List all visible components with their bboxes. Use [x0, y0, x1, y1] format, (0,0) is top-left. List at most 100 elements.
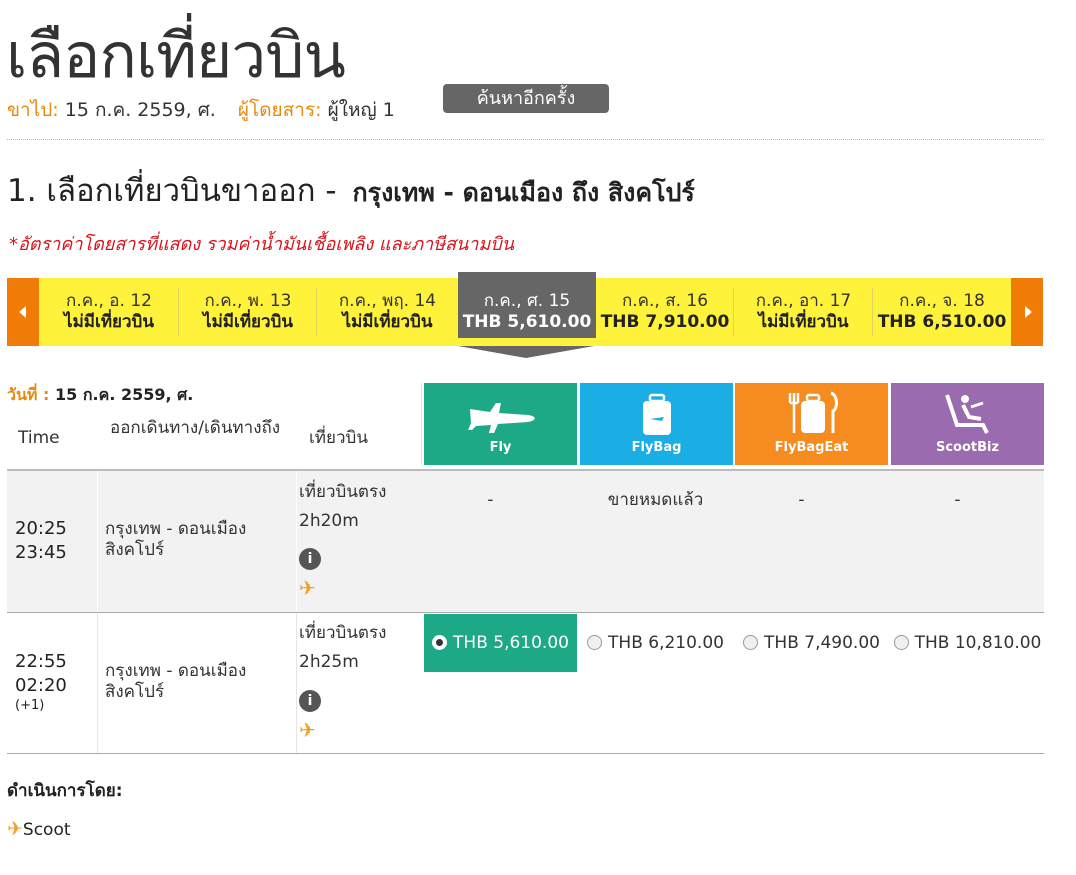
date-option[interactable]: ก.ค., จ. 18 THB 6,510.00	[873, 278, 1011, 346]
date-option-date: ก.ค., จ. 18	[899, 291, 985, 311]
search-again-button[interactable]: ค้นหาอีกครั้ง	[443, 84, 609, 113]
operator-name: Scoot	[22, 820, 71, 840]
date-option[interactable]: ก.ค., อ. 12 ไม่มีเที่ยวบิน	[39, 278, 179, 346]
column-separator	[97, 471, 98, 612]
date-option[interactable]: ก.ค., ส. 16 THB 7,910.00	[596, 278, 734, 346]
column-separator	[296, 471, 297, 612]
plane-icon: ✈	[299, 718, 316, 742]
table-date: วันที่ : 15 ก.ค. 2559, ศ.	[7, 383, 193, 408]
depart-value: 15 ก.ค. 2559, ศ.	[64, 99, 216, 121]
plane-icon	[468, 403, 535, 433]
operator: ✈Scoot	[7, 818, 71, 840]
recliner-seat-icon	[945, 394, 989, 434]
flight-times: 20:25 23:45	[15, 517, 67, 565]
flight-route: กรุงเทพ - ดอนเมือง สิงคโปร์	[105, 661, 246, 703]
date-option-date: ก.ค., ศ. 15	[483, 291, 571, 311]
date-option-price: ไม่มีเที่ยวบิน	[203, 312, 293, 332]
fare-header-fly[interactable]: Fly	[424, 383, 577, 465]
fare-price: THB 5,610.00	[453, 633, 569, 653]
fare-name: FlyBag	[631, 440, 682, 455]
section-title: 1. เลือกเที่ยวบินขาออก - กรุงเทพ - ดอนเมื…	[7, 168, 695, 216]
fare-option-flybag[interactable]: THB 6,210.00	[579, 614, 732, 672]
fare-option-flybageat[interactable]: THB 7,490.00	[735, 614, 888, 672]
next-day-marker: (+1)	[15, 698, 45, 713]
section-heading: 1. เลือกเที่ยวบินขาออก -	[7, 173, 337, 209]
date-option-date: ก.ค., ส. 16	[621, 291, 709, 311]
selected-date-pointer	[458, 346, 594, 358]
fare-option-scootbiz[interactable]: THB 10,810.00	[891, 614, 1044, 672]
column-separator	[97, 613, 98, 753]
fare-price: THB 6,210.00	[608, 633, 724, 653]
date-option-date: ก.ค., อา. 17	[755, 291, 852, 311]
origin: กรุงเทพ - ดอนเมือง	[105, 519, 247, 539]
date-option[interactable]: ก.ค., พ. 13 ไม่มีเที่ยวบิน	[179, 278, 317, 346]
next-dates-button[interactable]	[1011, 278, 1043, 346]
depart-label: ขาไป:	[7, 99, 59, 121]
flight-route: กรุงเทพ - ดอนเมือง สิงคโปร์	[105, 519, 246, 561]
previous-dates-button[interactable]	[7, 278, 39, 346]
flight-details: เที่ยวบินตรง 2h25m	[299, 619, 386, 677]
row-divider	[7, 753, 1044, 754]
fare-name: FlyBagEat	[774, 440, 849, 455]
date-option-price: THB 5,610.00	[462, 312, 592, 332]
date-option-date: ก.ค., พ. 13	[204, 291, 292, 311]
date-strip: ก.ค., อ. 12 ไม่มีเที่ยวบิน ก.ค., พ. 13 ไม่ม…	[7, 272, 1043, 346]
destination: สิงคโปร์	[105, 682, 165, 702]
passenger-value: ผู้ใหญ่ 1	[327, 99, 395, 121]
date-option-date: ก.ค., อ. 12	[66, 291, 152, 311]
fare-cell: -	[798, 490, 805, 510]
radio-button[interactable]	[587, 635, 603, 650]
flight-duration: 2h25m	[299, 652, 359, 672]
date-option[interactable]: ก.ค., พฤ. 14 ไม่มีเที่ยวบิน	[317, 278, 458, 346]
date-option[interactable]: ก.ค., ศ. 15 THB 5,610.00	[458, 272, 596, 338]
radio-button[interactable]	[743, 635, 759, 650]
column-separator	[296, 613, 297, 753]
depart-time: 20:25	[15, 518, 67, 539]
fare-header-flybag[interactable]: FlyBag	[580, 383, 733, 465]
fare-option-fly[interactable]: THB 5,610.00	[424, 614, 577, 672]
date-option-price: THB 7,910.00	[600, 312, 730, 332]
info-icon[interactable]: i	[299, 548, 321, 570]
column-header-time: Time	[18, 428, 60, 448]
plane-icon: ✈	[7, 818, 23, 840]
luggage-meal-icon	[788, 391, 838, 433]
trip-summary: ขาไป: 15 ก.ค. 2559, ศ. ผู้โดยสาร: ผู้ใหญ…	[7, 97, 411, 123]
table-date-value: 15 ก.ค. 2559, ศ.	[55, 385, 194, 404]
radio-button[interactable]	[432, 635, 448, 650]
flight-type: เที่ยวบินตรง	[299, 482, 387, 502]
fare-cell: -	[487, 490, 494, 510]
destination: สิงคโปร์	[105, 540, 165, 560]
plane-icon: ✈	[299, 576, 316, 600]
table-date-label: วันที่ :	[7, 385, 50, 404]
fare-price: THB 10,810.00	[914, 633, 1042, 653]
date-option-date: ก.ค., พฤ. 14	[338, 291, 437, 311]
fare-header-flybageat[interactable]: FlyBagEat	[735, 383, 888, 465]
header-separator	[421, 383, 422, 465]
info-icon[interactable]: i	[299, 690, 321, 712]
luggage-icon	[643, 393, 671, 435]
fare-name: Fly	[489, 440, 512, 455]
fare-price: THB 7,490.00	[764, 633, 880, 653]
page-title: เลือกเที่ยวบิน	[6, 19, 346, 92]
date-option[interactable]: ก.ค., อา. 17 ไม่มีเที่ยวบิน	[734, 278, 873, 346]
arrive-time: 23:45	[15, 542, 67, 563]
fare-cell: ขายหมดแล้ว	[607, 490, 704, 510]
row-divider	[7, 612, 1044, 613]
date-option-price: ไม่มีเที่ยวบิน	[64, 312, 154, 332]
route-heading: กรุงเทพ - ดอนเมือง ถึง สิงคโปร์	[352, 178, 695, 207]
origin: กรุงเทพ - ดอนเมือง	[105, 661, 247, 681]
radio-button[interactable]	[893, 635, 909, 650]
divider	[7, 139, 1044, 140]
column-header-route: ออกเดินทาง/เดินทางถึง	[110, 418, 281, 438]
fare-note: *อัตราค่าโดยสารที่แสดง รวมค่าน้ำมันเชื้อ…	[9, 234, 514, 255]
fare-cell: -	[954, 490, 961, 510]
column-header-flight: เที่ยวบิน	[309, 428, 368, 448]
passenger-label: ผู้โดยสาร:	[237, 99, 322, 121]
flight-type: เที่ยวบินตรง	[299, 623, 387, 643]
flight-times: 22:55 02:20 (+1)	[15, 650, 67, 714]
date-option-price: THB 6,510.00	[877, 312, 1007, 332]
flight-details: เที่ยวบินตรง 2h20m	[299, 478, 386, 536]
fare-name: ScootBiz	[935, 440, 1000, 455]
date-option-price: ไม่มีเที่ยวบิน	[758, 312, 849, 332]
fare-header-scootbiz[interactable]: ScootBiz	[891, 383, 1044, 465]
